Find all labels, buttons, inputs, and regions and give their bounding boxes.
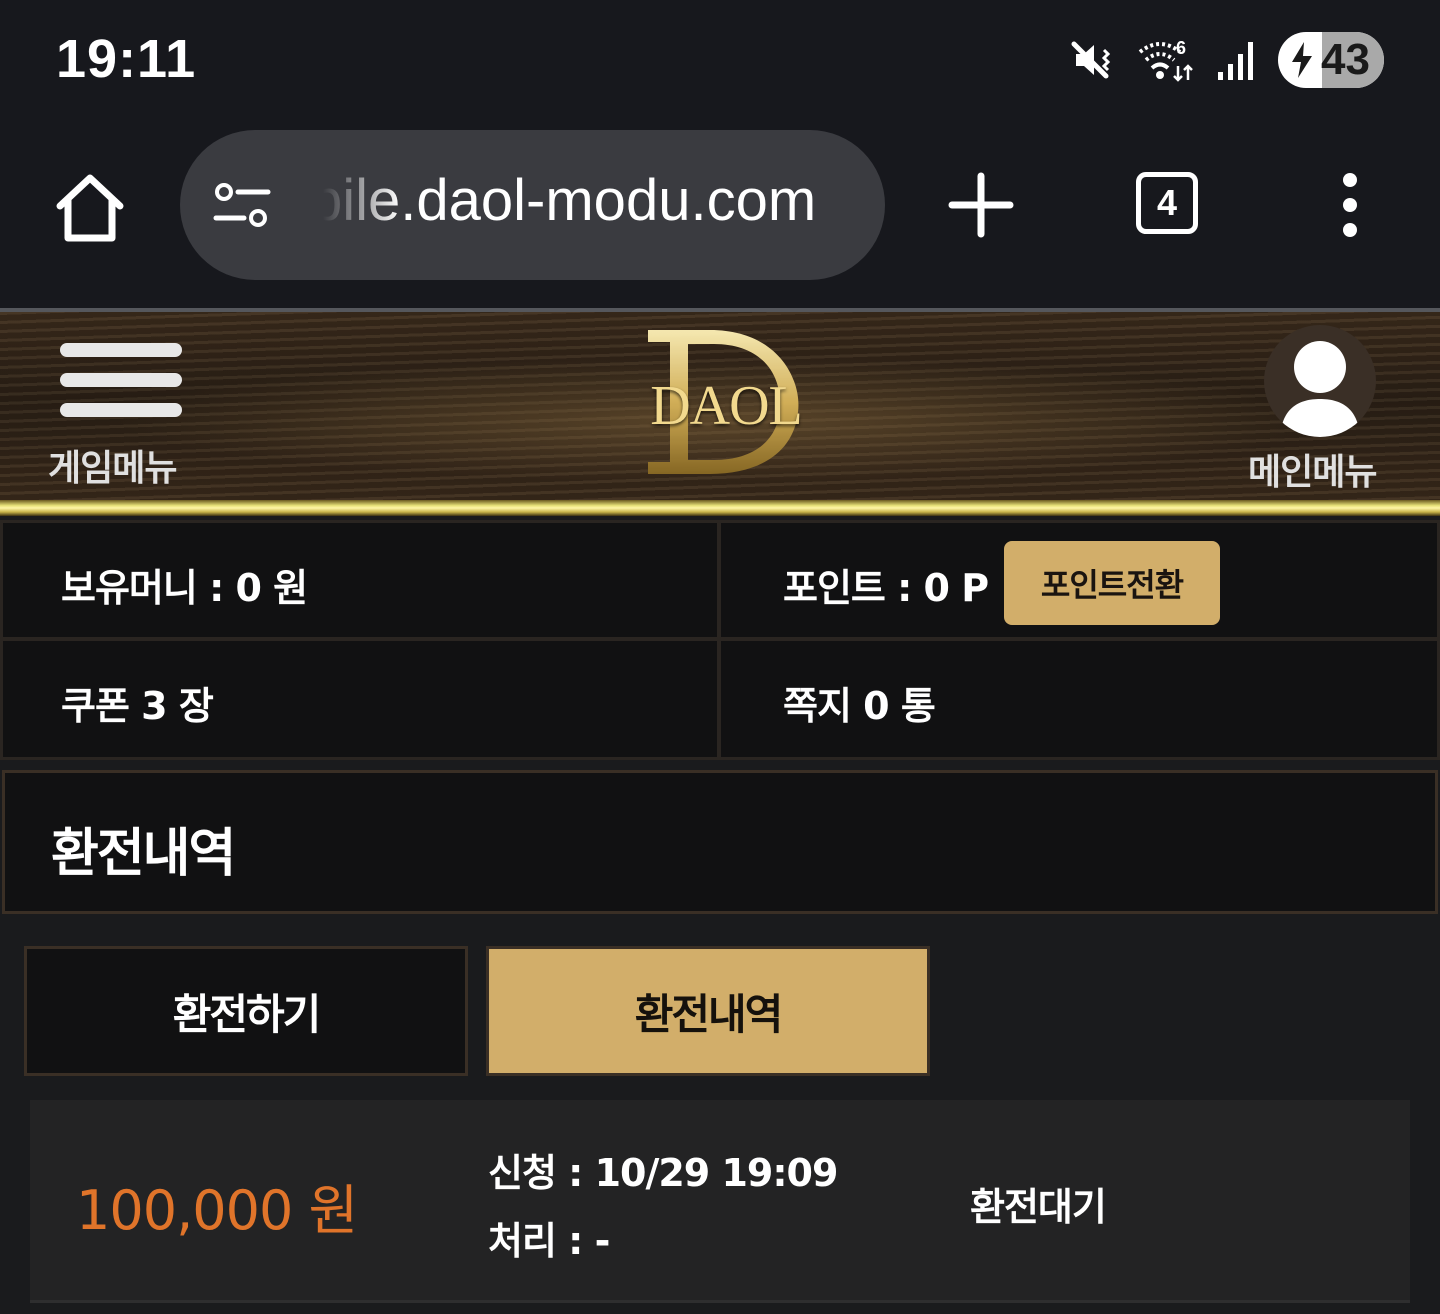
money-cell: 보유머니 : 0 원 [0, 520, 720, 640]
status-icons: 6 43 [1070, 30, 1384, 90]
record-processed-time: 처리 : - [488, 1219, 610, 1263]
new-tab-icon[interactable] [948, 172, 1014, 238]
tab-exchange-history[interactable]: 환전내역 [486, 946, 930, 1076]
wifi-6-icon: 6 [1138, 38, 1193, 82]
record-amount: 100,000 원 [76, 1179, 358, 1242]
home-icon[interactable] [52, 170, 128, 246]
status-bar: 19:11 6 43 [0, 0, 1440, 120]
game-menu-label: 게임메뉴 [48, 448, 177, 489]
user-avatar-icon [1264, 325, 1376, 437]
message-cell[interactable]: 쪽지 0 통 [718, 638, 1440, 760]
cell-signal-icon [1218, 42, 1253, 80]
record-divider [30, 1300, 1410, 1303]
record-requested-time: 신청 : 10/29 19:09 [488, 1151, 838, 1195]
header-gold-rule [0, 500, 1440, 516]
tab-switcher-button[interactable]: 4 [1136, 172, 1198, 234]
point-convert-button[interactable]: 포인트전환 [1004, 541, 1220, 625]
section-header: 환전내역 [2, 770, 1438, 914]
record-status: 환전대기 [970, 1185, 1107, 1229]
mute-vibrate-icon [1071, 41, 1111, 79]
svg-text:6: 6 [1176, 38, 1186, 58]
browser-toolbar: bile.daol-modu.com 4 [0, 120, 1440, 308]
bolt-icon [1292, 42, 1312, 78]
address-bar[interactable]: bile.daol-modu.com [180, 130, 885, 280]
main-menu-label: 메인메뉴 [1248, 452, 1377, 493]
site-settings-icon[interactable] [212, 182, 272, 230]
battery-level: 43 [1321, 35, 1370, 84]
url-fade [290, 130, 400, 280]
status-time: 19:11 [56, 29, 197, 89]
account-info-grid: 보유머니 : 0 원 포인트 : 0 P 쿠폰 3 장 쪽지 0 통 [0, 520, 1440, 760]
money-balance: 보유머니 : 0 원 [61, 566, 308, 610]
message-count: 쪽지 0 통 [783, 684, 936, 728]
main-menu-button[interactable]: 메인메뉴 [1240, 325, 1410, 505]
history-record: 100,000 원 신청 : 10/29 19:09 처리 : - 환전대기 [30, 1100, 1410, 1300]
game-menu-button[interactable]: 게임메뉴 [40, 335, 210, 495]
coupon-cell[interactable]: 쿠폰 3 장 [0, 638, 720, 760]
tab-exchange[interactable]: 환전하기 [24, 946, 468, 1076]
points-balance: 포인트 : 0 P [783, 566, 989, 610]
coupon-count: 쿠폰 3 장 [61, 684, 214, 728]
battery-charging-icon: 43 [1278, 32, 1384, 88]
logo-wordmark: DAOL [650, 375, 803, 437]
page-title: 환전내역 [51, 824, 236, 884]
more-menu-icon[interactable] [1332, 172, 1368, 238]
